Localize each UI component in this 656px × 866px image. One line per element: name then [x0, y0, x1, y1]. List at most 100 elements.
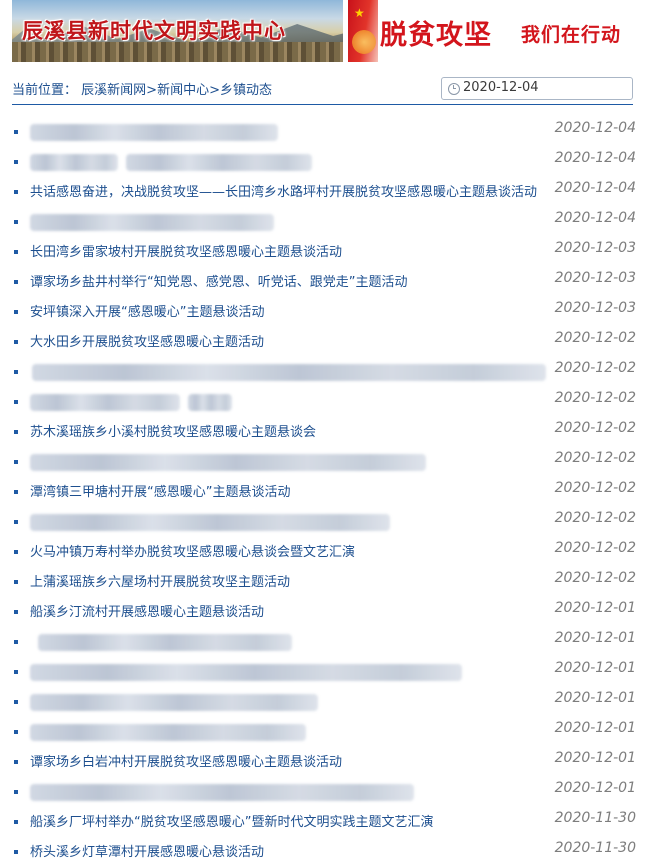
bullet-icon: [14, 370, 18, 374]
news-item: 安坪镇深入开展“感恩暖心”主题悬谈活动 2020-12-03: [12, 296, 636, 326]
news-item: 长田湾乡雷家坡村开展脱贫攻坚感恩暖心主题悬谈活动 2020-12-03: [12, 236, 636, 266]
news-title-link[interactable]: 大水田乡开展脱贫攻坚感恩暖心主题活动: [30, 331, 264, 350]
news-title-redacted[interactable]: [30, 154, 118, 171]
news-item: 共话感恩奋进，决战脱贫攻坚——长田湾乡水路坪村开展脱贫攻坚感恩暖心主题悬谈活动 2…: [12, 176, 636, 206]
news-title-link[interactable]: 上蒲溪瑶族乡六屋场村开展脱贫攻坚主题活动: [30, 571, 290, 590]
news-date: 2020-12-04: [554, 120, 636, 136]
news-title-redacted[interactable]: [30, 124, 278, 141]
news-item: 2020-12-04: [12, 206, 636, 236]
news-title-link[interactable]: 苏木溪瑶族乡小溪村脱贫攻坚感恩暖心主题悬谈会: [30, 421, 316, 440]
banner-left-title: 辰溪县新时代文明实践中心: [22, 19, 286, 43]
news-title-redacted[interactable]: [188, 394, 232, 411]
news-item: 火马冲镇万寿村举办脱贫攻坚感恩暖心悬谈会暨文艺汇演 2020-12-02: [12, 536, 636, 566]
news-date: 2020-12-02: [554, 540, 636, 556]
bullet-icon: [14, 790, 18, 794]
news-item: 2020-12-02: [12, 356, 636, 386]
news-item: 苏木溪瑶族乡小溪村脱贫攻坚感恩暖心主题悬谈会 2020-12-02: [12, 416, 636, 446]
news-date: 2020-12-03: [554, 300, 636, 316]
news-title-redacted[interactable]: [30, 694, 318, 711]
banner-poverty-alleviation[interactable]: ★ 脱贫攻坚 我们在行动: [348, 0, 656, 62]
breadcrumb-item-town-news[interactable]: 乡镇动态: [220, 83, 272, 98]
news-item: 2020-12-01: [12, 626, 636, 656]
news-date: 2020-12-04: [554, 210, 636, 226]
bullet-icon: [14, 760, 18, 764]
bullet-icon: [14, 640, 18, 644]
bullet-icon: [14, 730, 18, 734]
breadcrumb-item-news-center[interactable]: 新闻中心: [157, 83, 209, 98]
news-item: 谭家场乡盐井村举行“知党恩、感党恩、听党话、跟党走”主题活动 2020-12-03: [12, 266, 636, 296]
news-item: 2020-12-04: [12, 116, 636, 146]
news-title-redacted[interactable]: [30, 394, 180, 411]
news-date: 2020-12-01: [554, 780, 636, 796]
bullet-icon: [14, 820, 18, 824]
bullet-icon: [14, 490, 18, 494]
news-item: 船溪乡汀流村开展感恩暖心主题悬谈活动 2020-12-01: [12, 596, 636, 626]
bullet-icon: [14, 280, 18, 284]
news-item: 桥头溪乡灯草潭村开展感恩暖心悬谈活动 2020-11-30: [12, 836, 636, 866]
banner-right-main: 脱贫攻坚: [380, 20, 492, 51]
news-date: 2020-12-02: [554, 360, 636, 376]
news-title-redacted[interactable]: [30, 664, 462, 681]
news-title-redacted[interactable]: [126, 154, 312, 171]
news-title-link[interactable]: 船溪乡汀流村开展感恩暖心主题悬谈活动: [30, 601, 264, 620]
bullet-icon: [14, 850, 18, 854]
news-title-link[interactable]: 谭家场乡白岩冲村开展脱贫攻坚感恩暖心主题悬谈活动: [30, 751, 342, 770]
news-date: 2020-12-04: [554, 150, 636, 166]
news-title-redacted[interactable]: [30, 514, 390, 531]
bullet-icon: [14, 430, 18, 434]
news-item: 谭家场乡白岩冲村开展脱贫攻坚感恩暖心主题悬谈活动 2020-12-01: [12, 746, 636, 776]
news-date: 2020-12-01: [554, 720, 636, 736]
news-date: 2020-12-01: [554, 630, 636, 646]
news-title-redacted[interactable]: [30, 784, 414, 801]
bullet-icon: [14, 250, 18, 254]
breadcrumb-label: 当前位置：: [12, 83, 78, 98]
news-title-redacted[interactable]: [30, 214, 274, 231]
news-item: 2020-12-01: [12, 656, 636, 686]
news-title-link[interactable]: 火马冲镇万寿村举办脱贫攻坚感恩暖心悬谈会暨文艺汇演: [30, 541, 355, 560]
news-item: 2020-12-01: [12, 716, 636, 746]
bullet-icon: [14, 520, 18, 524]
news-date: 2020-11-30: [554, 840, 636, 856]
news-title-redacted[interactable]: [30, 724, 306, 741]
banner-civilization-center[interactable]: 辰溪县新时代文明实践中心: [12, 0, 343, 62]
bullet-icon: [14, 130, 18, 134]
news-date: 2020-12-01: [554, 660, 636, 676]
news-title-link[interactable]: 谭家场乡盐井村举行“知党恩、感党恩、听党话、跟党走”主题活动: [30, 271, 407, 290]
news-item: 2020-12-02: [12, 386, 636, 416]
news-item: 2020-12-01: [12, 686, 636, 716]
breadcrumb-separator: >: [146, 83, 158, 98]
news-title-link[interactable]: 潭湾镇三甲塘村开展“感恩暖心”主题悬谈活动: [30, 481, 290, 500]
news-item: 2020-12-02: [12, 506, 636, 536]
news-title-redacted[interactable]: [30, 454, 426, 471]
news-item: 2020-12-01: [12, 776, 636, 806]
bullet-icon: [14, 700, 18, 704]
news-list: 2020-12-04 2020-12-04 共话感恩奋进，决战脱贫攻坚——长田湾乡水…: [12, 116, 636, 866]
bullet-icon: [14, 190, 18, 194]
news-title-redacted[interactable]: [38, 634, 292, 651]
news-title-link[interactable]: 长田湾乡雷家坡村开展脱贫攻坚感恩暖心主题悬谈活动: [30, 241, 342, 260]
bullet-icon: [14, 580, 18, 584]
news-date: 2020-12-01: [554, 750, 636, 766]
news-item: 潭湾镇三甲塘村开展“感恩暖心”主题悬谈活动 2020-12-02: [12, 476, 636, 506]
breadcrumb-item-home[interactable]: 辰溪新闻网: [81, 83, 146, 98]
news-title-link[interactable]: 共话感恩奋进，决战脱贫攻坚——长田湾乡水路坪村开展脱贫攻坚感恩暖心主题悬谈活动: [30, 181, 537, 200]
news-date: 2020-12-01: [554, 690, 636, 706]
news-title-link[interactable]: 船溪乡厂坪村举办“脱贫攻坚感恩暖心”暨新时代文明实践主题文艺汇演: [30, 811, 433, 830]
news-title-link[interactable]: 安坪镇深入开展“感恩暖心”主题悬谈活动: [30, 301, 264, 320]
news-item: 船溪乡厂坪村举办“脱贫攻坚感恩暖心”暨新时代文明实践主题文艺汇演 2020-11-…: [12, 806, 636, 836]
news-date: 2020-12-02: [554, 420, 636, 436]
news-date: 2020-12-03: [554, 240, 636, 256]
star-icon: ★: [354, 6, 365, 20]
date-filter[interactable]: [441, 77, 633, 100]
news-item: 上蒲溪瑶族乡六屋场村开展脱贫攻坚主题活动 2020-12-02: [12, 566, 636, 596]
news-item: 2020-12-04: [12, 146, 636, 176]
date-input[interactable]: [463, 80, 623, 95]
banner-right-sub: 我们在行动: [521, 24, 622, 46]
news-title-redacted[interactable]: [32, 364, 546, 381]
news-date: 2020-12-03: [554, 270, 636, 286]
news-date: 2020-12-02: [554, 450, 636, 466]
bullet-icon: [14, 310, 18, 314]
news-date: 2020-12-04: [554, 180, 636, 196]
news-date: 2020-12-02: [554, 480, 636, 496]
news-item: 2020-12-02: [12, 446, 636, 476]
